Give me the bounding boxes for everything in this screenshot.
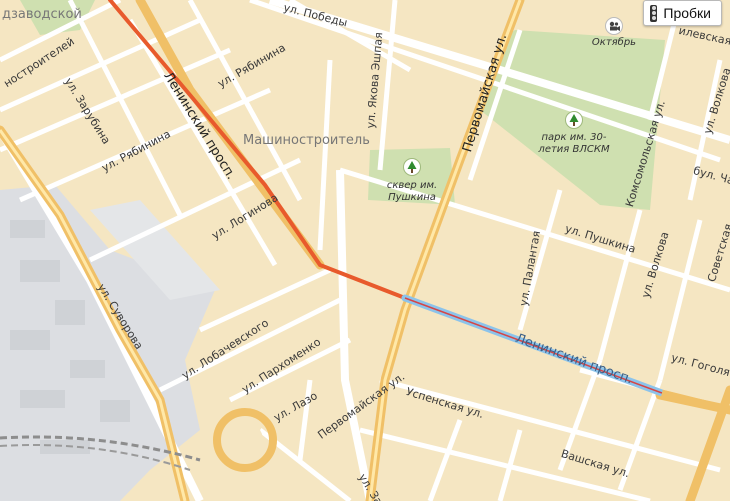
poi-park-30[interactable]: парк им. 30-летия ВЛСКМ (534, 132, 614, 155)
poi-pushkin-square[interactable]: сквер им. Пушкина (372, 180, 452, 203)
tree-icon[interactable] (403, 158, 421, 176)
district-label: Машиностроитель (243, 133, 370, 148)
map-canvas[interactable]: дзаводской Машиностроитель ностроителей … (0, 0, 730, 501)
traffic-button-label: Пробки (663, 5, 711, 21)
district-corner-label: дзаводской (2, 7, 82, 22)
tree-icon[interactable] (565, 111, 583, 129)
traffic-light-icon (650, 4, 658, 22)
traffic-button[interactable]: Пробки (643, 0, 722, 26)
cinema-icon[interactable] (605, 17, 623, 35)
poi-oktyabr[interactable]: Октябрь (574, 37, 654, 49)
